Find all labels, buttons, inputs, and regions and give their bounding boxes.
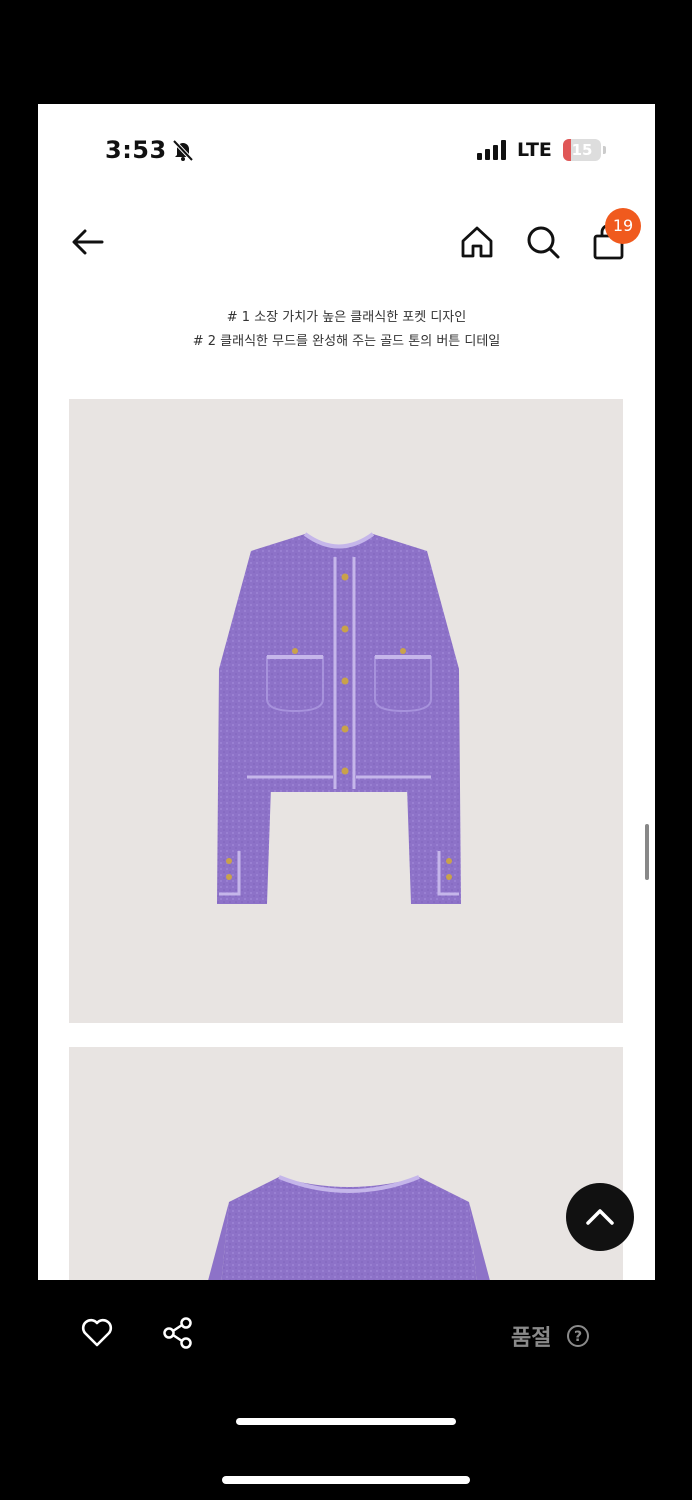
cardigan-detail-illustration: [208, 1175, 490, 1280]
chevron-up-icon: [586, 1209, 614, 1225]
bell-slash-icon: [172, 139, 194, 162]
top-navigation: [38, 214, 655, 274]
heart-icon[interactable]: [80, 1316, 114, 1348]
status-bar: 3:53 LTE 15: [38, 104, 655, 194]
bottom-action-bar: [0, 1280, 692, 1500]
battery-level: 15: [571, 141, 593, 159]
product-description: # 1 소장 가치가 높은 클래식한 포켓 디자인 # 2 클래식한 무드를 완…: [38, 306, 655, 354]
app-screen: 3:53 LTE 15 19 # 1 소장 가치가 높은 클래식한 포켓 디자인…: [38, 104, 655, 1280]
scroll-to-top-button[interactable]: [566, 1183, 634, 1251]
page-scrollbar[interactable]: [645, 824, 649, 880]
description-line-1: # 1 소장 가치가 높은 클래식한 포켓 디자인: [226, 310, 467, 325]
sold-out-label: 품절: [511, 1326, 552, 1351]
share-icon[interactable]: [161, 1316, 195, 1350]
signal-bars-icon: [477, 140, 506, 160]
back-arrow-icon[interactable]: [68, 222, 108, 262]
cardigan-illustration: [217, 532, 461, 904]
battery-icon: 15: [563, 139, 607, 161]
home-indicator[interactable]: [236, 1418, 456, 1425]
search-icon[interactable]: [523, 222, 563, 262]
home-icon[interactable]: [457, 222, 497, 262]
home-indicator-secondary[interactable]: [222, 1476, 470, 1484]
product-image-front: [69, 399, 623, 1023]
network-type: LTE: [517, 139, 552, 161]
help-circle-icon[interactable]: ?: [566, 1324, 590, 1348]
help-symbol: ?: [574, 1329, 582, 1345]
product-image-detail: [69, 1047, 623, 1280]
status-time: 3:53: [105, 136, 167, 164]
cart-count-badge: 19: [605, 208, 641, 244]
description-line-2: # 2 클래식한 무드를 완성해 주는 골드 톤의 버튼 디테일: [192, 334, 501, 349]
